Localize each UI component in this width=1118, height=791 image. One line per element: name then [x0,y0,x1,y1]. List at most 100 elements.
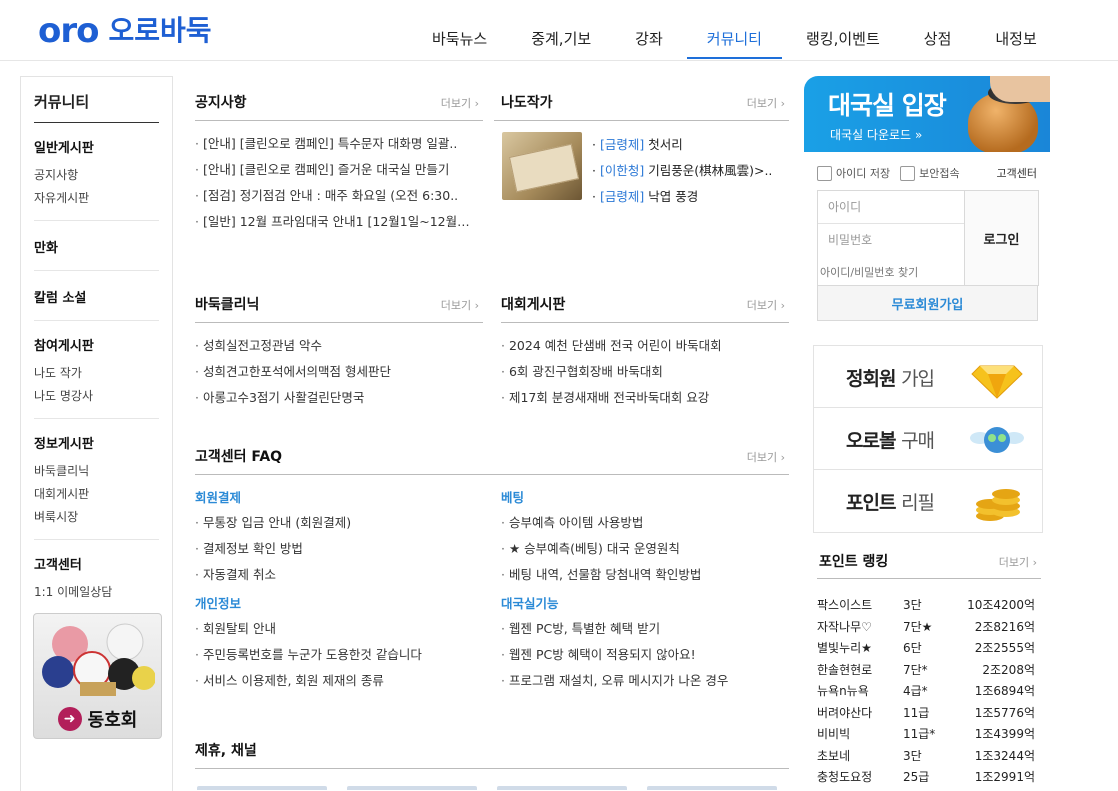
clinic-title: 바둑클리닉 [195,297,260,313]
list-item[interactable]: · 서비스 이용제한, 회원 제재의 종류 [195,668,483,694]
list-item[interactable]: · 베팅 내역, 선물함 당첨내역 확인방법 [501,562,789,588]
sidebar-group-title[interactable]: 고객센터 [34,554,159,573]
list-item[interactable]: · 아롱고수3점기 사활걸린단명국 [195,385,483,411]
sidebar-item-free-board[interactable]: 자유게시판 [34,187,159,210]
sidebar-group-title[interactable]: 칼럼 소설 [34,287,159,306]
list-item[interactable]: · [점검] 정기점검 안내 : 매주 화요일 (오전 6:30.. [195,183,483,209]
free-signup-button[interactable]: 무료회원가입 [817,285,1038,321]
faq-title: 고객센터 FAQ [195,449,283,465]
banner-download-link[interactable]: 대국실 다운로드 » [830,126,922,143]
secure-login-checkbox[interactable]: 보안접속 [900,165,960,181]
nado-title: 나도작가 [501,95,553,111]
list-item[interactable]: · ★ 승부예측(베팅) 대국 운영원칙 [501,536,789,562]
nav-ranking-event[interactable]: 랭킹,이벤트 [784,28,902,58]
table-row[interactable]: 비비빅 11급* 1조4399억 [817,724,1041,746]
table-row[interactable]: 자작나무♡ 7단★ 2조8216억 [817,617,1041,639]
password-input[interactable] [818,224,964,256]
list-item[interactable]: · 성희견고한포석에서의맥점 형세판단 [195,359,483,385]
list-item[interactable]: · 주민등록번호를 누군가 도용한것 같습니다 [195,642,483,668]
club-label-text: 동호회 [87,710,138,731]
clinic-more-link[interactable]: 더보기 › [441,297,479,313]
ranking-more-link[interactable]: 더보기 › [999,554,1037,570]
list-item[interactable]: · 성희실전고정관념 악수 [195,333,483,359]
sidebar-item-writer[interactable]: 나도 작가 [34,362,159,385]
list-item[interactable]: · [일반] 12월 프라임대국 안내1 [12월1일~12월… [195,209,483,235]
faq-more-link[interactable]: 더보기 › [747,449,785,465]
promo-point-refill[interactable]: 포인트 리필 [814,470,1042,531]
list-item[interactable]: · 무통장 입금 안내 (회원결제) [195,510,483,536]
nado-more-link[interactable]: 더보기 › [747,95,785,111]
site-header: oro 오로바둑 바둑뉴스 중계,기보 강좌 커뮤니티 랭킹,이벤트 상점 내정… [0,0,1118,61]
nav-community[interactable]: 커뮤니티 [685,28,784,59]
faq-section: 고객센터 FAQ 더보기 › 회원결제 · 무통장 입금 안내 (회원결제) · 결… [195,440,789,688]
sidebar-item-contest[interactable]: 대회게시판 [34,483,159,506]
table-row[interactable]: 별빛누리★ 6단 2조2555억 [817,638,1041,660]
nav-shop[interactable]: 상점 [902,28,974,58]
list-item[interactable]: · [안내] [클린오로 캠페인] 즐거운 대국실 만들기 [195,157,483,183]
list-item[interactable]: · 회원탈퇴 안내 [195,616,483,642]
list-item[interactable]: · [금령제] 낙엽 풍경 [592,184,778,210]
list-item[interactable]: · 6회 광진구협회장배 바둑대회 [501,359,789,385]
nav-news[interactable]: 바둑뉴스 [410,28,509,58]
partner-thumbnail[interactable] [347,786,477,790]
promo-membership[interactable]: 정회원 가입 [814,346,1042,408]
club-banner[interactable]: ➜ 동호회 [33,613,162,739]
partner-thumbnail[interactable] [647,786,777,790]
table-row[interactable]: 초보네 3단 1조3244억 [817,746,1041,768]
sidebar-group-title[interactable]: 참여게시판 [34,335,159,354]
sidebar-item-lecturer[interactable]: 나도 명강사 [34,385,159,408]
partner-thumbnail[interactable] [497,786,627,790]
notice-header: 공지사항 더보기 › [195,86,483,121]
list-item[interactable]: · [안내] [클린오로 캠페인] 특수문자 대화명 일괄.. [195,131,483,157]
login-button[interactable]: 로그인 [965,191,1038,285]
table-row[interactable]: 한솔현현로 7단* 2조208억 [817,660,1041,682]
sidebar-group-title[interactable]: 만화 [34,237,159,256]
faq-subtitle[interactable]: 개인정보 [195,594,483,614]
promo-oroball[interactable]: 오로볼 구매 [814,408,1042,470]
nav-broadcast[interactable]: 중계,기보 [509,28,613,58]
login-options: 아이디 저장 보안접속 고객센터 [817,165,1037,181]
table-row[interactable]: 뉴욕n뉴욕 4급* 1조6894억 [817,681,1041,703]
sidebar-group-general: 일반게시판 공지사항 자유게시판 [34,123,159,221]
customer-center-link[interactable]: 고객센터 [997,165,1037,181]
logo-text: 오로바둑 [108,14,212,47]
notice-more-link[interactable]: 더보기 › [441,95,479,111]
nav-lecture[interactable]: 강좌 [613,28,685,58]
partner-thumbnail[interactable] [197,786,327,790]
table-row[interactable]: 버려야산다 11급 1조5776억 [817,703,1041,725]
left-sidebar: 커뮤니티 일반게시판 공지사항 자유게시판 만화 칼럼 소설 참여게시판 나도 … [20,76,173,791]
sidebar-group-title[interactable]: 정보게시판 [34,433,159,452]
save-id-checkbox[interactable]: 아이디 저장 [817,165,890,181]
faq-subtitle[interactable]: 대국실기능 [501,594,789,614]
list-item[interactable]: · 제17회 분경새재배 전국바둑대회 요강 [501,385,789,411]
faq-subtitle[interactable]: 베팅 [501,488,789,508]
table-row[interactable]: 충청도요정 25급 1조2991억 [817,767,1041,789]
faq-subtitle[interactable]: 회원결제 [195,488,483,508]
contest-section: 대회게시판 더보기 › · 2024 예천 단샘배 전국 어린이 바둑대회 · 6회… [501,288,789,411]
enter-game-room-banner[interactable]: 대국실 입장 대국실 다운로드 » [804,76,1050,152]
list-item[interactable]: · 2024 예천 단샘배 전국 어린이 바둑대회 [501,333,789,359]
id-input[interactable] [818,191,964,224]
partners-section: 제휴, 채널 [195,734,789,790]
nav-myinfo[interactable]: 내정보 [973,28,1058,58]
list-item[interactable]: · 승부예측 아이템 사용방법 [501,510,789,536]
sidebar-item-email-support[interactable]: 1:1 이메일상담 [34,581,159,604]
contest-more-link[interactable]: 더보기 › [747,297,785,313]
table-row[interactable]: 팍스이스트 3단 10조4200억 [817,595,1041,617]
list-item[interactable]: · 프로그램 재설치, 오류 메시지가 나온 경우 [501,668,789,694]
sidebar-item-flea-market[interactable]: 벼룩시장 [34,506,159,529]
list-item[interactable]: · 자동결제 취소 [195,562,483,588]
sidebar-item-notice[interactable]: 공지사항 [34,164,159,187]
sidebar-group-title[interactable]: 일반게시판 [34,137,159,156]
list-item[interactable]: · [이한청] 기림풍운(棋林風雲)>.. [592,158,778,184]
find-id-password-link[interactable]: 아이디/비밀번호 찾기 [820,264,918,280]
nado-thumbnail-image[interactable] [502,132,582,200]
site-logo[interactable]: oro 오로바둑 [38,14,212,48]
list-item[interactable]: · [금령제] 첫서리 [592,132,778,158]
sidebar-item-clinic[interactable]: 바둑클리닉 [34,460,159,483]
club-characters-image [42,623,155,696]
list-item[interactable]: · 웹젠 PC방, 특별한 혜택 받기 [501,616,789,642]
list-item[interactable]: · 결제정보 확인 방법 [195,536,483,562]
list-item[interactable]: · 웹젠 PC방 혜택이 적용되지 않아요! [501,642,789,668]
sidebar-title: 커뮤니티 [34,91,159,123]
